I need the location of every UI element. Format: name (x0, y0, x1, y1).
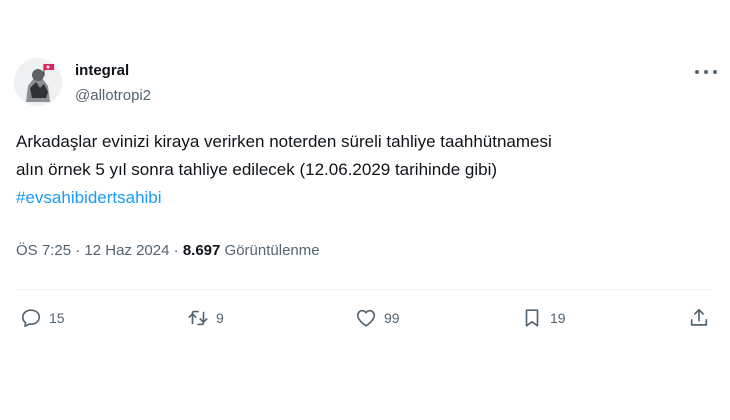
retweet-count: 9 (216, 310, 224, 326)
author-handle[interactable]: @allotropi2 (75, 87, 151, 104)
more-icon[interactable] (693, 66, 719, 80)
tweet-text-line: alın örnek 5 yıl sonra tahliye edilecek … (16, 160, 498, 179)
avatar[interactable] (14, 58, 62, 106)
tweet-text-line: Arkadaşlar evinizi kiraya verirken noter… (16, 132, 552, 151)
tweet-time[interactable]: ÖS 7:25 (16, 242, 71, 259)
like-icon (356, 309, 376, 327)
meta-separator: · (173, 242, 179, 259)
hashtag-link[interactable]: #evsahibidertsahibi (16, 188, 162, 207)
views-count: 8.697 (182, 242, 221, 259)
reply-icon (21, 309, 41, 328)
avatar-image (14, 58, 62, 106)
tweet-text: Arkadaşlar evinizi kiraya verirken noter… (16, 128, 716, 212)
reply-count: 15 (49, 310, 65, 326)
bookmark-icon (525, 309, 539, 327)
bookmark-count: 19 (550, 310, 566, 326)
divider (16, 289, 714, 290)
share-icon (690, 308, 708, 326)
author-name[interactable]: integral (75, 62, 129, 79)
reply-button[interactable]: 15 (20, 300, 65, 336)
bookmark-button[interactable]: 19 (521, 300, 566, 336)
tweet-date[interactable]: 12 Haz 2024 (84, 242, 169, 259)
retweet-button[interactable]: 9 (187, 300, 224, 336)
like-button[interactable]: 99 (355, 300, 400, 336)
action-bar: 15 9 99 19 (0, 300, 730, 338)
retweet-icon (188, 310, 208, 326)
share-button[interactable] (688, 300, 710, 336)
like-count: 99 (384, 310, 400, 326)
meta-separator: · (75, 242, 81, 259)
tweet-meta: ÖS 7:25 · 12 Haz 2024 · 8.697 Görüntülen… (16, 242, 320, 259)
views-label: Görüntülenme (224, 242, 320, 259)
